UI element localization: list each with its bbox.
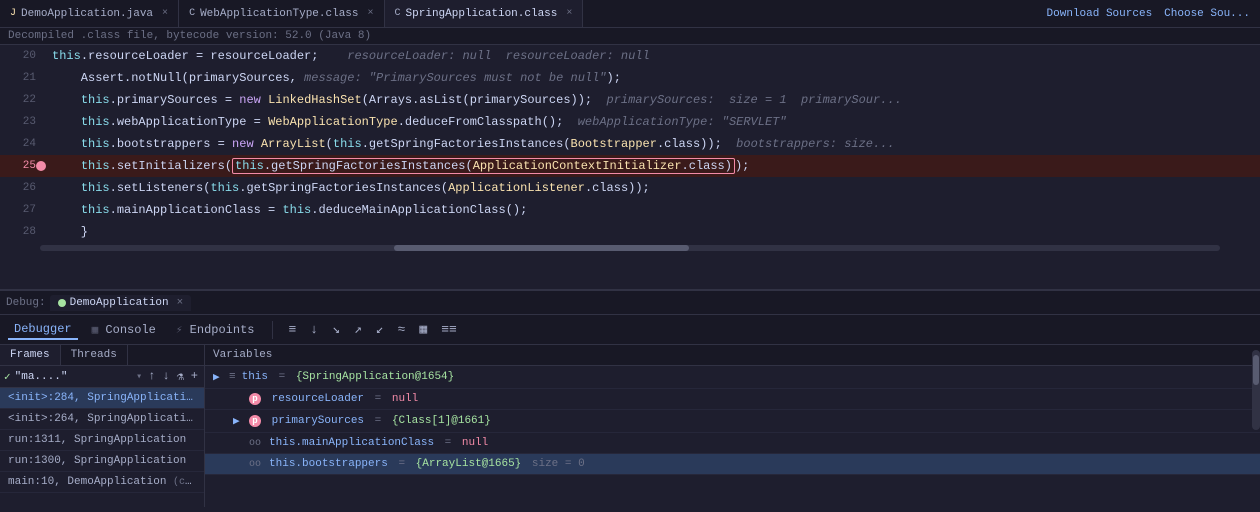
header-actions: Download Sources Choose Sou... bbox=[1037, 8, 1260, 20]
toolbar-icon-run-cursor[interactable]: ↙ bbox=[373, 320, 387, 339]
debug-panels: Frames Threads ✓ "ma...." ▾ ↑ ↓ ⚗ + <ini… bbox=[0, 345, 1260, 507]
tab-label: DemoApplication.java bbox=[21, 8, 153, 20]
expand-icon[interactable]: ▶ bbox=[233, 414, 245, 428]
code-line-25: 25 this.setInitializers(this.getSpringFa… bbox=[0, 155, 1260, 177]
panel-tabs: Frames Threads bbox=[0, 345, 204, 366]
thread-selector: ✓ "ma...." ▾ ↑ ↓ ⚗ + bbox=[0, 366, 204, 388]
expand-placeholder bbox=[233, 458, 245, 470]
toolbar-icon-frames[interactable]: ▦ bbox=[416, 320, 430, 339]
code-area: 20 this.resourceLoader = resourceLoader;… bbox=[0, 45, 1260, 289]
tab-debugger[interactable]: Debugger bbox=[8, 320, 78, 340]
tab-label: SpringApplication.class bbox=[406, 8, 558, 20]
tab-webapplicationtype[interactable]: C WebApplicationType.class × bbox=[179, 0, 384, 27]
code-line-26: 26 this.setListeners(this.getSpringFacto… bbox=[0, 177, 1260, 199]
toolbar-icon-step-out[interactable]: ↗ bbox=[351, 320, 365, 339]
java-icon: J bbox=[10, 8, 16, 19]
frame-item-3[interactable]: run:1300, SpringApplication bbox=[0, 451, 204, 472]
close-icon[interactable]: × bbox=[162, 8, 168, 19]
info-bar: Decompiled .class file, bytecode version… bbox=[0, 28, 1260, 45]
expand-placeholder bbox=[233, 393, 245, 405]
toolbar-separator bbox=[272, 321, 273, 339]
class-icon: C bbox=[395, 8, 401, 19]
var-type-oo: oo bbox=[249, 438, 261, 449]
var-type-dot-p: p bbox=[249, 415, 261, 427]
class-icon: C bbox=[189, 8, 195, 19]
debug-session-tab[interactable]: DemoApplication × bbox=[50, 295, 192, 311]
session-active-dot bbox=[58, 299, 66, 307]
frame-item-0[interactable]: <init>:284, SpringApplication bbox=[0, 388, 204, 409]
code-line-23: 23 this.webApplicationType = WebApplicat… bbox=[0, 111, 1260, 133]
close-icon[interactable]: × bbox=[566, 8, 572, 19]
variables-panel: Variables ▶ ≡ this = {SpringApplication@… bbox=[205, 345, 1260, 507]
close-icon[interactable]: × bbox=[368, 8, 374, 19]
var-type-icon: ≡ bbox=[229, 371, 236, 383]
breakpoint-indicator bbox=[36, 161, 46, 171]
choose-sources-link[interactable]: Choose Sou... bbox=[1164, 8, 1250, 20]
horizontal-scrollbar[interactable] bbox=[40, 245, 1220, 251]
var-item-resourceloader[interactable]: p resourceLoader = null bbox=[205, 389, 1260, 410]
var-item-primarysources[interactable]: ▶ p primarySources = {Class[1]@1661} bbox=[205, 410, 1260, 433]
debug-tab-bar: Debug: DemoApplication × bbox=[0, 289, 1260, 315]
frame-item-4[interactable]: main:10, DemoApplication (ca... bbox=[0, 472, 204, 493]
code-line-22: 22 this.primarySources = new LinkedHashS… bbox=[0, 89, 1260, 111]
debug-close-icon[interactable]: × bbox=[177, 297, 184, 309]
tab-threads[interactable]: Threads bbox=[61, 345, 128, 365]
tab-endpoints[interactable]: ⚡ Endpoints bbox=[170, 321, 261, 339]
expand-icon[interactable]: ▶ bbox=[213, 370, 225, 384]
variables-header: Variables bbox=[205, 345, 1260, 366]
thread-name: "ma...." bbox=[15, 371, 133, 383]
code-line-27: 27 this.mainApplicationClass = this.dedu… bbox=[0, 199, 1260, 221]
thread-buttons: ↑ ↓ ⚗ + bbox=[146, 369, 200, 384]
thread-btn-filter[interactable]: ⚗ bbox=[175, 369, 186, 384]
code-line-21: 21 Assert.notNull(primarySources, messag… bbox=[0, 67, 1260, 89]
thread-check-icon: ✓ bbox=[4, 370, 11, 384]
var-item-bootstrappers[interactable]: oo this.bootstrappers = {ArrayList@1665}… bbox=[205, 454, 1260, 475]
code-line-24: 24 this.bootstrappers = new ArrayList(th… bbox=[0, 133, 1260, 155]
var-item-this[interactable]: ▶ ≡ this = {SpringApplication@1654} bbox=[205, 366, 1260, 389]
toolbar-icon-step-into[interactable]: ↘ bbox=[329, 320, 343, 339]
var-item-mainapplicationclass[interactable]: oo this.mainApplicationClass = null bbox=[205, 433, 1260, 454]
tab-frames[interactable]: Frames bbox=[0, 345, 61, 365]
debug-session-name: DemoApplication bbox=[70, 297, 169, 309]
expand-placeholder bbox=[233, 437, 245, 449]
code-line-20: 20 this.resourceLoader = resourceLoader;… bbox=[0, 45, 1260, 67]
frames-panel: Frames Threads ✓ "ma...." ▾ ↑ ↓ ⚗ + <ini… bbox=[0, 345, 205, 507]
code-line-28: 28 } bbox=[0, 221, 1260, 243]
frame-item-2[interactable]: run:1311, SpringApplication bbox=[0, 430, 204, 451]
var-type-dot-p: p bbox=[249, 393, 261, 405]
tab-bar: J DemoApplication.java × C WebApplicatio… bbox=[0, 0, 1260, 28]
frame-item-1[interactable]: <init>:264, SpringApplication bbox=[0, 409, 204, 430]
tab-label: WebApplicationType.class bbox=[200, 8, 358, 20]
toolbar-icon-step-over[interactable]: ↓ bbox=[307, 320, 321, 339]
tab-console[interactable]: ▦ Console bbox=[86, 321, 162, 339]
toolbar-icon-settings[interactable]: ≡≡ bbox=[438, 320, 460, 339]
debug-label: Debug: bbox=[6, 297, 46, 309]
debugger-toolbar: Debugger ▦ Console ⚡ Endpoints ≡ ↓ ↘ ↗ ↙… bbox=[0, 315, 1260, 345]
var-type-oo: oo bbox=[249, 459, 261, 470]
toolbar-icon-menu[interactable]: ≡ bbox=[285, 320, 299, 339]
tab-demoapplication[interactable]: J DemoApplication.java × bbox=[0, 0, 179, 27]
toolbar-icon-eval[interactable]: ≈ bbox=[395, 320, 409, 339]
download-sources-link[interactable]: Download Sources bbox=[1047, 8, 1153, 20]
thread-dropdown-icon[interactable]: ▾ bbox=[136, 371, 142, 383]
thread-btn-up[interactable]: ↑ bbox=[146, 369, 157, 384]
thread-btn-down[interactable]: ↓ bbox=[160, 369, 171, 384]
tab-springapplication[interactable]: C SpringApplication.class × bbox=[385, 0, 584, 27]
thread-btn-add[interactable]: + bbox=[189, 369, 200, 384]
